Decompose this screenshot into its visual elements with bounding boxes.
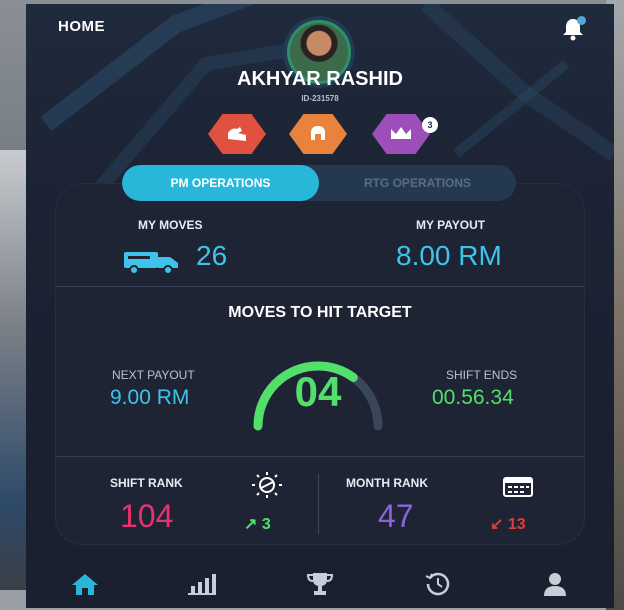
app-screen: HOME AKHYAR RASHID ID-231578 3 PM OPERAT… [26,4,614,608]
next-payout-label: NEXT PAYOUT [112,368,195,382]
next-payout-value: 9.00 RM [110,386,190,409]
sun-icon [252,472,282,498]
user-name: AKHYAR RASHID [237,68,403,90]
my-moves-value: 26 [196,240,228,271]
trophy-icon[interactable] [302,568,338,600]
calendar-icon [503,477,533,497]
card-divider [56,286,584,287]
target-title: MOVES TO HIT TARGET [228,304,412,321]
my-moves-label: MY MOVES [138,218,203,232]
tab-pm-operations[interactable]: PM OPERATIONS [122,165,319,201]
profile-icon[interactable] [537,568,573,600]
shift-rank-label: SHIFT RANK [110,476,183,490]
shift-rank-trend-value: 3 [261,516,271,533]
user-id: ID-231578 [301,94,339,103]
home-icon[interactable] [67,568,103,600]
tab-rtg-operations[interactable]: RTG OPERATIONS [319,165,516,201]
trend-down-icon: ↙ [490,516,504,533]
month-rank-trend: ↙ 13 [490,514,526,534]
month-rank-label: MONTH RANK [346,476,428,490]
notification-bell-icon[interactable] [560,16,586,42]
shift-ends-label: SHIFT ENDS [446,368,518,382]
crown-badge-count: 3 [422,117,438,133]
rank-divider [318,474,319,534]
chart-icon[interactable] [184,568,220,600]
trend-up-icon: ↗ [244,516,258,533]
bottom-nav [26,560,614,608]
target-moves-value: 04 [294,368,342,415]
notification-dot [577,16,586,25]
card-divider [56,456,584,457]
page-title: HOME [58,18,105,35]
shift-rank-value: 104 [120,498,174,534]
month-rank-trend-value: 13 [507,516,526,533]
my-payout-value: 8.00 RM [396,240,502,271]
shift-ends-value: 00.56.34 [432,386,514,409]
operations-tabs: PM OPERATIONS RTG OPERATIONS [122,165,516,201]
truck-icon [124,252,178,275]
history-icon[interactable] [420,568,456,600]
month-rank-value: 47 [378,498,414,534]
my-payout-label: MY PAYOUT [416,218,486,232]
shift-rank-trend: ↗ 3 [244,514,271,534]
